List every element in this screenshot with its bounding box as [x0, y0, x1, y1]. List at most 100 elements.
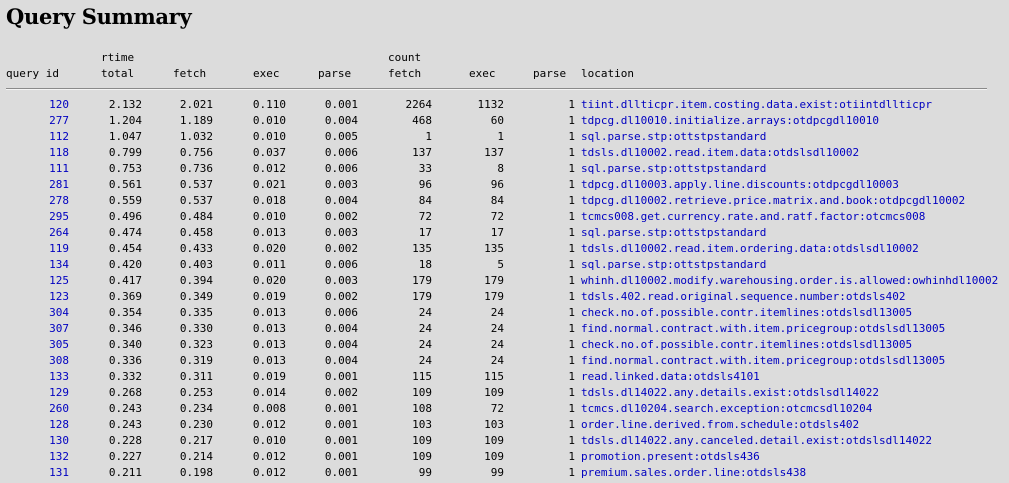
- rtime-fetch: 0.403: [179, 258, 213, 271]
- location-link[interactable]: find.normal.contract.with.item.pricegrou…: [575, 321, 1009, 337]
- query-id-link[interactable]: 260: [0, 401, 69, 417]
- location-link[interactable]: tdsls.dl10002.read.item.data:otdslsdl100…: [575, 145, 1009, 161]
- count-exec: 84: [490, 194, 504, 207]
- table-row: 132 0.227 0.214 0.012 0.001 109 109 1 promotion.…: [0, 449, 1009, 465]
- query-id-link[interactable]: 295: [0, 209, 69, 225]
- rtime-parse: 0.006: [324, 146, 358, 159]
- count-parse: 1: [568, 226, 575, 239]
- rtime-exec: 0.013: [252, 306, 286, 319]
- location-link[interactable]: tcmcs.dl10204.search.exception:otcmcsdl1…: [575, 401, 1009, 417]
- count-parse: 1: [568, 434, 575, 447]
- count-parse: 1: [568, 194, 575, 207]
- rtime-exec: 0.013: [252, 322, 286, 335]
- query-id-link[interactable]: 119: [0, 241, 69, 257]
- table-row: 307 0.346 0.330 0.013 0.004 24 24 1 find.normal.…: [0, 321, 1009, 337]
- count-exec: 24: [490, 354, 504, 367]
- rtime-fetch: 0.349: [179, 290, 213, 303]
- location-link[interactable]: sql.parse.stp:ottstpstandard: [575, 225, 1009, 241]
- location-link[interactable]: tdpcg.dl10003.apply.line.discounts:otdpc…: [575, 177, 1009, 193]
- table-row: 134 0.420 0.403 0.011 0.006 18 5 1 sql.parse.stp…: [0, 257, 1009, 273]
- rtime-total: 0.243: [108, 402, 142, 415]
- query-id-link[interactable]: 130: [0, 433, 69, 449]
- query-id-link[interactable]: 129: [0, 385, 69, 401]
- location-link[interactable]: sql.parse.stp:ottstpstandard: [575, 161, 1009, 177]
- header-divider: [6, 88, 987, 90]
- query-id-link[interactable]: 133: [0, 369, 69, 385]
- count-parse: 1: [568, 274, 575, 287]
- count-exec: 72: [490, 210, 504, 223]
- query-id-link[interactable]: 308: [0, 353, 69, 369]
- location-link[interactable]: sql.parse.stp:ottstpstandard: [575, 257, 1009, 273]
- rtime-total: 0.454: [108, 242, 142, 255]
- location-link[interactable]: sql.parse.stp:ottstpstandard: [575, 129, 1009, 145]
- query-id-link[interactable]: 112: [0, 129, 69, 145]
- table-row: 308 0.336 0.319 0.013 0.004 24 24 1 find.normal.…: [0, 353, 1009, 369]
- location-link[interactable]: premium.sales.order.line:otdsls438: [575, 465, 1009, 481]
- count-parse: 1: [568, 178, 575, 191]
- location-link[interactable]: tdsls.dl10002.read.item.ordering.data:ot…: [575, 241, 1009, 257]
- location-link[interactable]: tdpcg.dl10002.retrieve.price.matrix.and.…: [575, 193, 1009, 209]
- rtime-total: 0.417: [108, 274, 142, 287]
- count-exec: 137: [484, 146, 504, 159]
- count-fetch: 18: [418, 258, 432, 271]
- query-id-link[interactable]: 281: [0, 177, 69, 193]
- query-id-link[interactable]: 264: [0, 225, 69, 241]
- rtime-total: 0.228: [108, 434, 142, 447]
- count-exec: 24: [490, 306, 504, 319]
- query-id-link[interactable]: 120: [0, 97, 69, 113]
- query-id-link[interactable]: 111: [0, 161, 69, 177]
- location-link[interactable]: tiint.dllticpr.item.costing.data.exist:o…: [575, 97, 1009, 113]
- location-link[interactable]: order.line.derived.from.schedule:otdsls4…: [575, 417, 1009, 433]
- col-header-total: total: [101, 67, 135, 80]
- query-id-link[interactable]: 278: [0, 193, 69, 209]
- query-id-link[interactable]: 134: [0, 257, 69, 273]
- count-fetch: 24: [418, 322, 432, 335]
- location-link[interactable]: tdsls.dl14022.any.details.exist:otdslsdl…: [575, 385, 1009, 401]
- rtime-parse: 0.001: [324, 418, 358, 431]
- count-parse: 1: [568, 242, 575, 255]
- location-link[interactable]: check.no.of.possible.contr.itemlines:otd…: [575, 305, 1009, 321]
- query-id-link[interactable]: 304: [0, 305, 69, 321]
- rtime-fetch: 0.234: [179, 402, 213, 415]
- location-link[interactable]: check.no.of.possible.contr.itemlines:otd…: [575, 337, 1009, 353]
- rtime-parse: 0.001: [324, 370, 358, 383]
- rtime-exec: 0.037: [252, 146, 286, 159]
- location-link[interactable]: tdsls.402.read.original.sequence.number:…: [575, 289, 1009, 305]
- col-header-location: location: [581, 67, 634, 80]
- query-id-link[interactable]: 132: [0, 449, 69, 465]
- query-id-link[interactable]: 123: [0, 289, 69, 305]
- col-header-exec: exec: [253, 67, 280, 80]
- location-link[interactable]: tdpcg.dl10010.initialize.arrays:otdpcgdl…: [575, 113, 1009, 129]
- count-exec: 8: [497, 162, 504, 175]
- rtime-parse: 0.001: [324, 450, 358, 463]
- query-id-link[interactable]: 305: [0, 337, 69, 353]
- location-link[interactable]: whinh.dl10002.modify.warehousing.order.i…: [575, 273, 1009, 289]
- location-link[interactable]: promotion.present:otdsls436: [575, 449, 1009, 465]
- rtime-fetch: 0.323: [179, 338, 213, 351]
- location-link[interactable]: tdsls.dl14022.any.canceled.detail.exist:…: [575, 433, 1009, 449]
- location-link[interactable]: find.normal.contract.with.item.pricegrou…: [575, 353, 1009, 369]
- table-row: 118 0.799 0.756 0.037 0.006 137 137 1 tdsls.dl10…: [0, 145, 1009, 161]
- query-id-link[interactable]: 118: [0, 145, 69, 161]
- location-link[interactable]: read.linked.data:otdsls4101: [575, 369, 1009, 385]
- query-id-link[interactable]: 307: [0, 321, 69, 337]
- count-fetch: 84: [418, 194, 432, 207]
- table-row: 304 0.354 0.335 0.013 0.006 24 24 1 check.no.of.…: [0, 305, 1009, 321]
- query-id-link[interactable]: 131: [0, 465, 69, 481]
- rtime-total: 1.204: [108, 114, 142, 127]
- rtime-exec: 0.012: [252, 450, 286, 463]
- rtime-parse: 0.004: [324, 114, 358, 127]
- rtime-fetch: 0.217: [179, 434, 213, 447]
- location-link[interactable]: tcmcs008.get.currency.rate.and.ratf.fact…: [575, 209, 1009, 225]
- rtime-parse: 0.003: [324, 226, 358, 239]
- count-parse: 1: [568, 338, 575, 351]
- rtime-exec: 0.010: [252, 130, 286, 143]
- query-id-link[interactable]: 125: [0, 273, 69, 289]
- rtime-fetch: 0.253: [179, 386, 213, 399]
- query-id-link[interactable]: 128: [0, 417, 69, 433]
- query-id-link[interactable]: 277: [0, 113, 69, 129]
- rtime-exec: 0.110: [252, 98, 286, 111]
- rtime-fetch: 0.484: [179, 210, 213, 223]
- count-parse: 1: [568, 370, 575, 383]
- rtime-exec: 0.010: [252, 210, 286, 223]
